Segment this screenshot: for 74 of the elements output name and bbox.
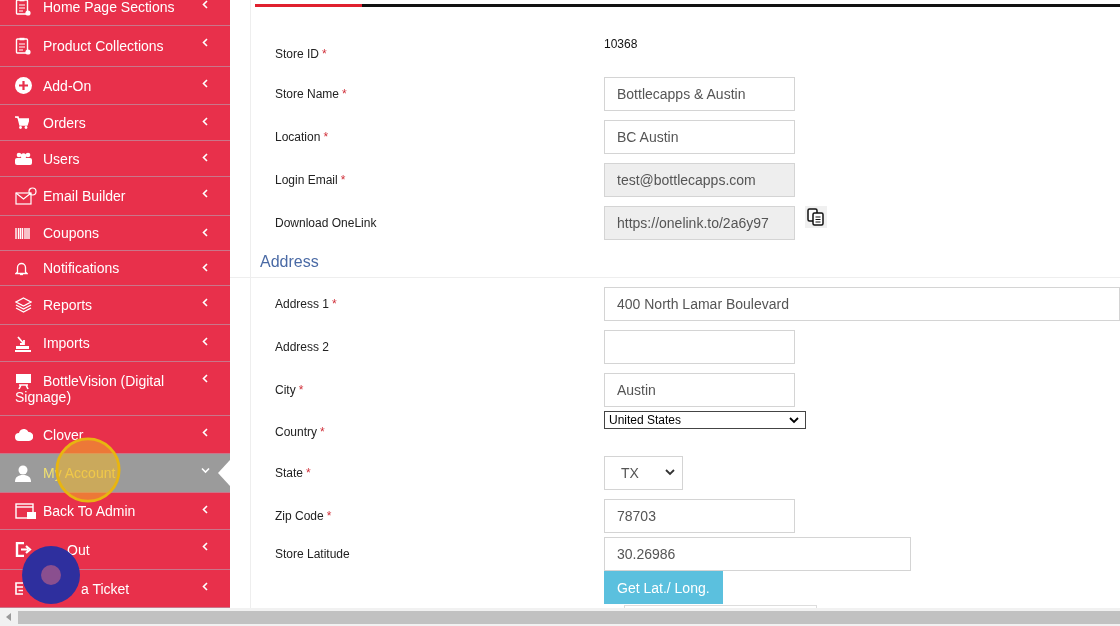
horizontal-scrollbar[interactable]: [0, 608, 1120, 626]
clipboard-icon: [15, 0, 31, 16]
sidebar-item[interactable]: Orders: [0, 105, 230, 141]
monitor-icon: [15, 373, 32, 390]
chevron-left-icon: [201, 153, 210, 162]
sidebar-item[interactable]: Back To Admin: [0, 493, 230, 530]
logout-icon: [15, 542, 32, 557]
section-title: Address: [260, 253, 319, 270]
input-field[interactable]: 400 North Lamar Boulevard: [604, 286, 1120, 321]
input-field[interactable]: 78703: [604, 498, 795, 533]
sidebar-item[interactable]: Product Collections: [0, 26, 230, 67]
country-select[interactable]: United States: [604, 411, 806, 429]
bell-icon: [15, 260, 28, 276]
chevron-left-icon: [201, 117, 210, 126]
sidebar-item[interactable]: Imports: [0, 325, 230, 362]
input-field[interactable]: Austin: [604, 372, 795, 407]
chevron-left-icon: [201, 298, 210, 307]
layers-icon: [15, 297, 32, 313]
scroll-left-icon[interactable]: [6, 613, 12, 621]
chevron-left-icon: [201, 38, 210, 47]
user-icon: [15, 464, 31, 482]
field-label: State *: [275, 465, 312, 480]
input-field[interactable]: 30.26986: [604, 537, 911, 571]
cart-icon: [15, 116, 29, 129]
chevron-down-icon: [789, 416, 799, 424]
chevron-down-icon: [665, 469, 675, 476]
input-field[interactable]: BC Austin: [604, 119, 795, 154]
sidebar-item[interactable]: Add-On: [0, 67, 230, 105]
input-field[interactable]: https://onelink.to/2a6y97: [604, 205, 795, 240]
sidebar-item[interactable]: Reports: [0, 286, 230, 325]
chevron-left-icon: [201, 189, 210, 198]
field-label: Address 2: [275, 339, 331, 354]
chevron-left-icon: [201, 374, 210, 383]
field-value: 10368: [604, 37, 638, 51]
field-label: City *: [275, 382, 305, 397]
chevron-left-icon: [201, 79, 210, 88]
envelope-icon: [15, 187, 37, 205]
cloud-icon: [15, 428, 33, 441]
field-label: Zip Code *: [275, 508, 333, 523]
field-label: Store ID *: [275, 47, 328, 61]
field-label: Location *: [275, 129, 330, 144]
chevron-left-icon: [201, 505, 210, 514]
sidebar-item[interactable]: Notifications: [0, 251, 230, 286]
sidebar-item[interactable]: BottleVision (Digital Signage): [0, 362, 230, 416]
field-label: Address 1 *: [275, 296, 338, 311]
ticket-icon: [15, 582, 23, 595]
field-label: Store Latitude: [275, 547, 351, 561]
window-icon: [15, 502, 37, 520]
clipboard-icon: [15, 37, 31, 55]
field-label: Download OneLink: [275, 215, 378, 230]
chevron-down-icon: [201, 466, 210, 475]
sidebar-item[interactable]: Home Page Sections: [0, 0, 230, 26]
chevron-left-icon: [201, 542, 210, 551]
sidebar-item[interactable]: Users: [0, 141, 230, 177]
field-label: Login Email *: [275, 172, 347, 187]
chevron-left-icon: [201, 582, 210, 591]
users-icon: [15, 152, 32, 165]
state-select[interactable]: TX: [604, 455, 683, 490]
plus-circle-icon: [15, 77, 32, 94]
copy-icon[interactable]: [805, 205, 827, 228]
chevron-left-icon: [201, 0, 210, 9]
chevron-left-icon: [201, 428, 210, 437]
input-field[interactable]: test@bottlecapps.com: [604, 162, 795, 197]
field-label: Store Name *: [275, 86, 348, 101]
input-field[interactable]: Bottlecapps & Austin: [604, 76, 795, 111]
sidebar-item[interactable]: Email Builder: [0, 177, 230, 216]
barcode-icon: [15, 227, 30, 239]
chevron-left-icon: [201, 263, 210, 272]
sidebar-item[interactable]: Coupons: [0, 216, 230, 251]
field-label: Country *: [275, 425, 326, 439]
import-icon: [15, 334, 31, 352]
chevron-left-icon: [201, 337, 210, 346]
input-field[interactable]: [604, 329, 795, 364]
chevron-left-icon: [201, 228, 210, 237]
